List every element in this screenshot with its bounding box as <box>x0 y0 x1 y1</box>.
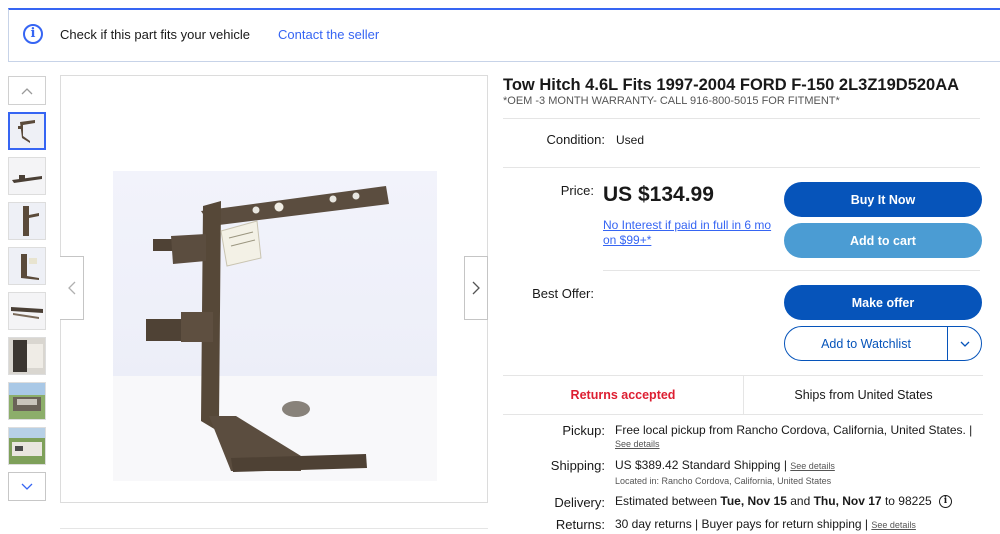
delivery-value: Estimated between Tue, Nov 15 and Thu, N… <box>615 494 953 509</box>
item-location: Located in: Rancho Cordova, California, … <box>615 476 832 486</box>
chevron-right-icon <box>472 281 480 295</box>
listing-subtitle: *OEM -3 MONTH WARRANTY- CALL 916-800-501… <box>503 95 840 107</box>
shipping-amount: US $389.42 <box>615 458 679 472</box>
contact-seller-link[interactable]: Contact the seller <box>278 27 379 42</box>
delivery-start-date: Tue, Nov 15 <box>720 494 787 508</box>
fitment-banner: i Check if this part fits your vehicle C… <box>8 8 1000 62</box>
price-label: Price: <box>560 183 594 198</box>
shipping-see-details-link[interactable]: See details <box>790 461 835 471</box>
thumbnail-6[interactable] <box>8 337 46 375</box>
listing-title: Tow Hitch 4.6L Fits 1997-2004 FORD F-150… <box>503 76 960 94</box>
tow-hitch-photo <box>61 76 487 502</box>
divider <box>603 270 980 271</box>
chevron-down-icon <box>960 341 969 347</box>
best-offer-label: Best Offer: <box>532 286 594 301</box>
pickup-see-details-link[interactable]: See details <box>615 439 660 449</box>
pickup-value: Free local pickup from Rancho Cordova, C… <box>615 423 973 437</box>
thumbnails-scroll-down-button[interactable] <box>8 472 46 501</box>
fitment-text: Check if this part fits your vehicle <box>60 27 251 42</box>
chevron-down-icon <box>21 483 33 490</box>
divider <box>503 167 980 168</box>
next-image-button[interactable] <box>464 256 488 320</box>
returns-value: 30 day returns | Buyer pays for return s… <box>615 517 916 531</box>
divider <box>60 528 488 529</box>
shipping-separator: | <box>783 458 787 472</box>
add-to-cart-button[interactable]: Add to cart <box>784 223 982 258</box>
condition-value: Used <box>616 133 645 147</box>
shipping-value: US $389.42 Standard Shipping | See detai… <box>615 458 835 472</box>
chevron-left-icon <box>67 281 75 295</box>
pickup-label: Pickup: <box>562 423 605 438</box>
main-product-image[interactable] <box>60 75 488 503</box>
thumbnail-2[interactable] <box>8 157 46 195</box>
info-icon[interactable]: i <box>939 495 953 509</box>
buy-it-now-button[interactable]: Buy It Now <box>784 182 982 217</box>
thumbnail-7[interactable] <box>8 382 46 420</box>
shipping-method: Standard Shipping <box>681 458 781 472</box>
delivery-and: and <box>790 494 811 508</box>
returns-see-details-link[interactable]: See details <box>871 520 916 530</box>
delivery-end-date: Thu, Nov 17 <box>813 494 882 508</box>
condition-label: Condition: <box>546 132 605 147</box>
delivery-label: Delivery: <box>554 495 605 510</box>
watchlist-dropdown-button[interactable] <box>948 327 981 360</box>
returns-policy-text: 30 day returns | Buyer pays for return s… <box>615 517 869 531</box>
returns-label: Returns: <box>555 517 605 532</box>
thumbnail-4[interactable] <box>8 247 46 285</box>
pickup-details-link-wrapper: See details <box>615 439 660 449</box>
previous-image-button[interactable] <box>60 256 84 320</box>
financing-link[interactable]: No Interest if paid in full in 6 mo on $… <box>603 218 773 248</box>
thumbnail-1[interactable] <box>8 112 46 150</box>
ships-from-badge: Ships from United States <box>794 388 933 402</box>
divider <box>503 118 980 119</box>
listing-badges: Returns accepted Ships from United State… <box>503 375 983 415</box>
info-icon: i <box>23 24 43 44</box>
delivery-prefix: Estimated between <box>615 494 718 508</box>
thumbnail-5[interactable] <box>8 292 46 330</box>
add-to-watchlist-button[interactable]: Add to Watchlist <box>785 327 947 360</box>
thumbnails-scroll-up-button[interactable] <box>8 76 46 105</box>
price-value: US $134.99 <box>603 183 714 206</box>
returns-accepted-badge: Returns accepted <box>570 388 676 402</box>
shipping-label: Shipping: <box>550 458 605 473</box>
watchlist-control: Add to Watchlist <box>784 326 982 361</box>
thumbnail-8[interactable] <box>8 427 46 465</box>
thumbnail-3[interactable] <box>8 202 46 240</box>
make-offer-button[interactable]: Make offer <box>784 285 982 320</box>
chevron-up-icon <box>21 87 33 94</box>
delivery-zip: to 98225 <box>884 494 932 508</box>
